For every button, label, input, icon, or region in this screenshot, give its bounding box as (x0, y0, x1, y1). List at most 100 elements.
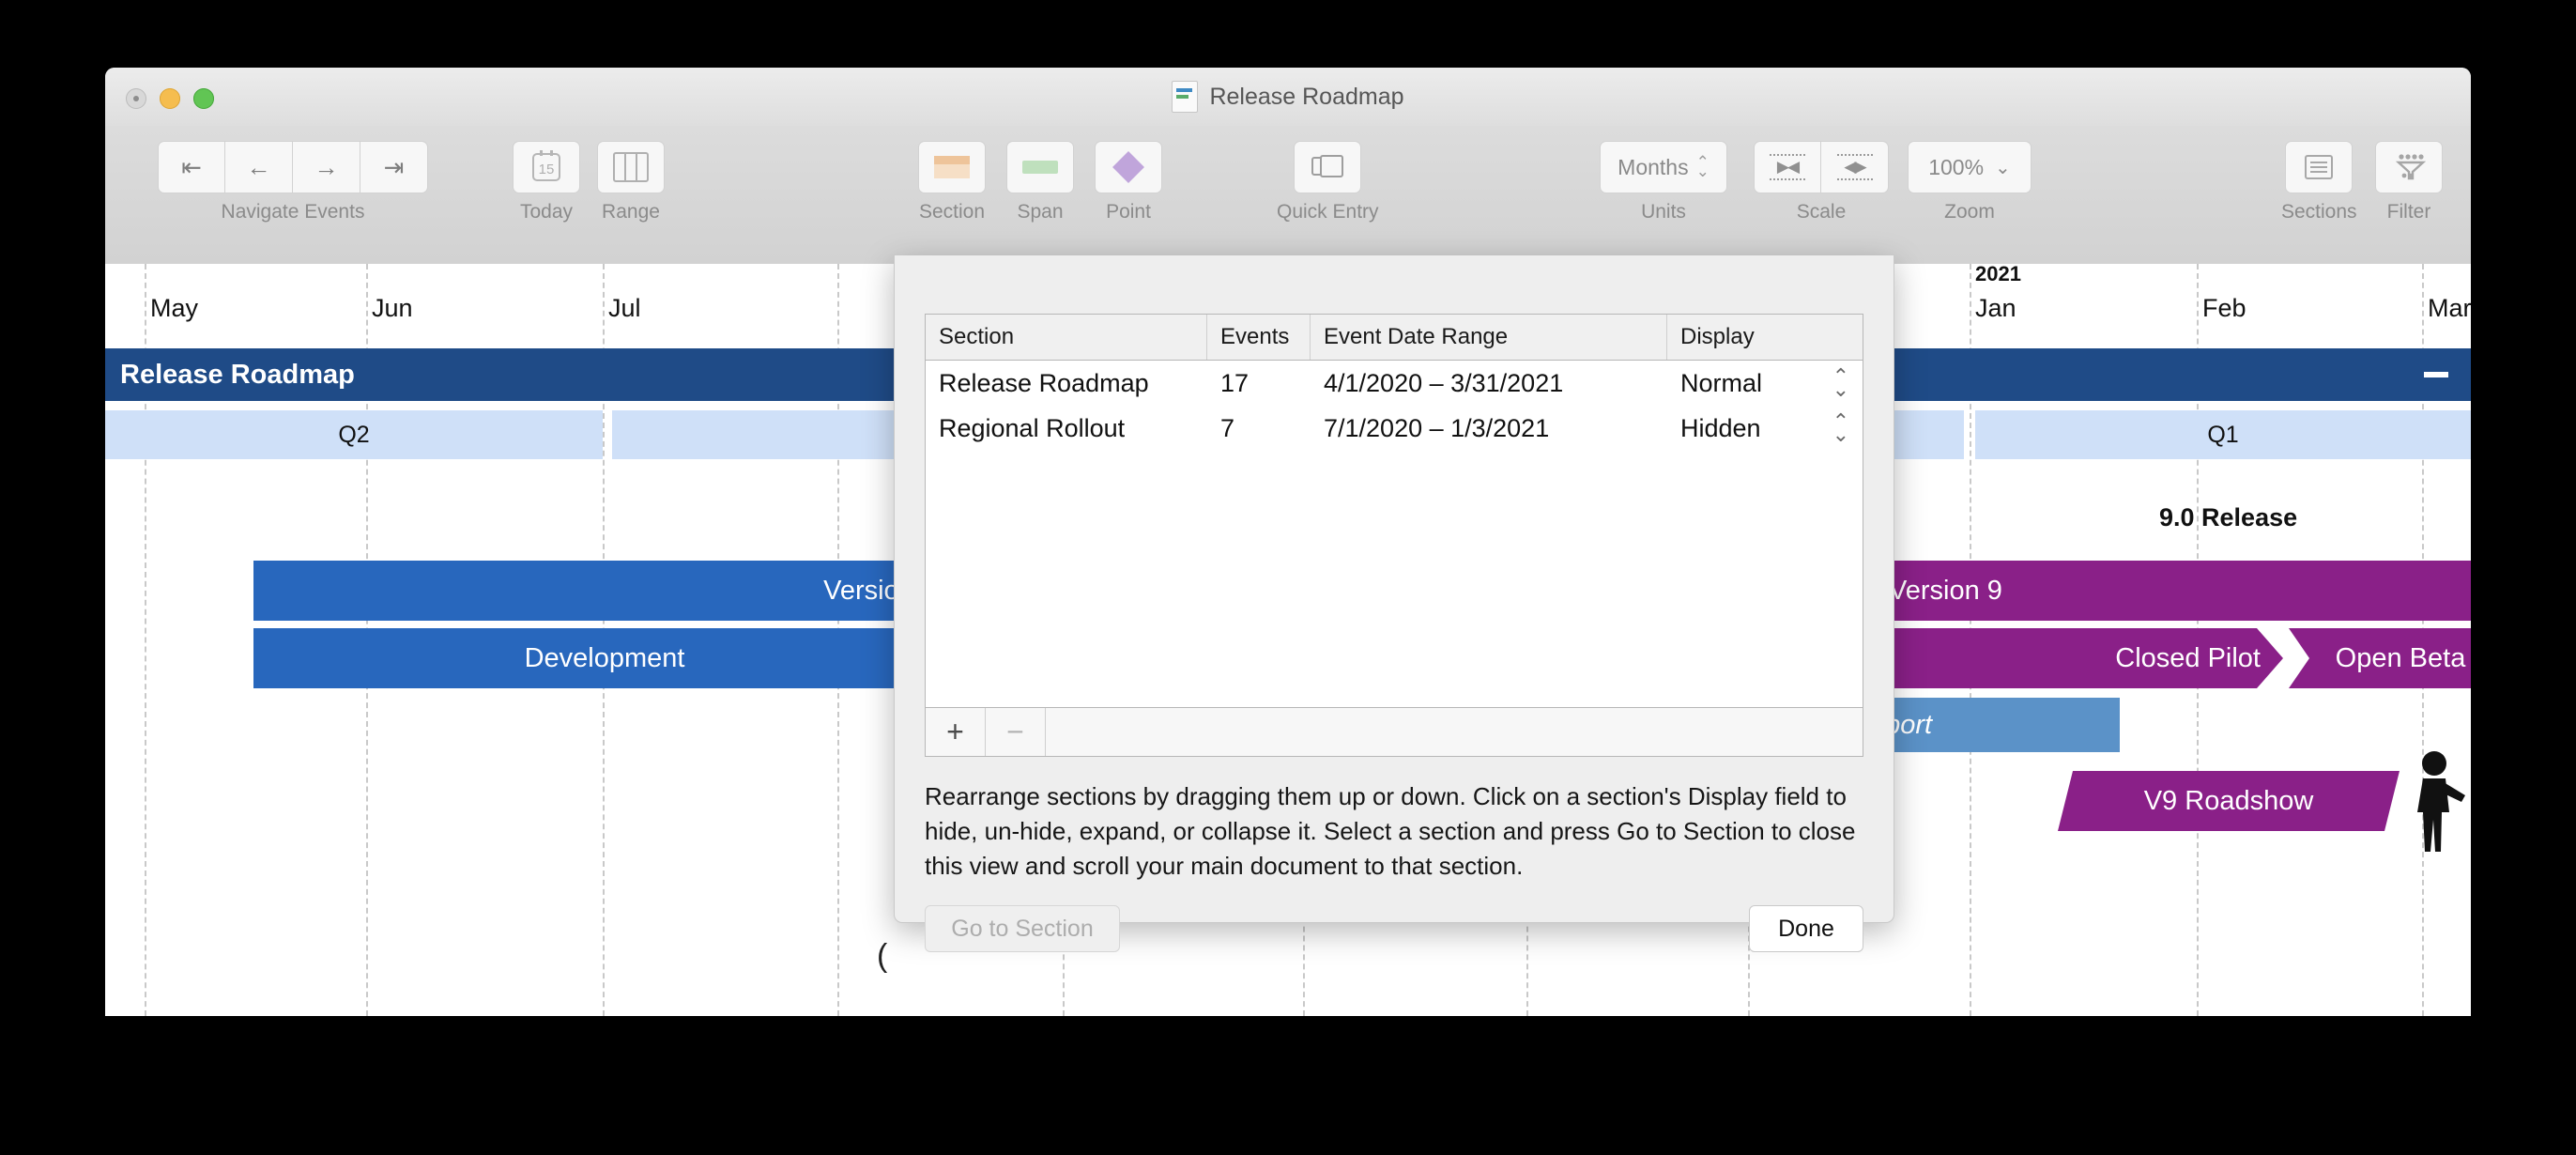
toolbar-group-scale: ▶◀ ◀▶ Scale (1754, 141, 1889, 223)
stepper-chevrons-icon: ⌃ ⌄ (1695, 152, 1710, 180)
sections-sheet-dialog: Section Events Event Date Range Display … (894, 255, 1894, 952)
filter-button[interactable] (2375, 141, 2443, 193)
display-stepper-icon[interactable]: ⌃ ⌄ (1832, 411, 1849, 444)
column-header-display[interactable]: Display (1667, 315, 1863, 360)
done-button[interactable]: Done (1749, 905, 1863, 952)
timeline-bar-label: Closed Pilot (2115, 642, 2261, 673)
toolbar-label-span: Span (1017, 201, 1064, 223)
timeline-bar-version-9[interactable]: Version 9 (1879, 561, 2471, 621)
units-stepper[interactable]: Months ⌃ ⌄ (1600, 141, 1727, 193)
toolbar-label-scale: Scale (1796, 201, 1847, 223)
document-title: Release Roadmap (105, 68, 2471, 126)
go-to-next-event-button[interactable]: → (293, 141, 360, 193)
cell-display-value: Hidden (1680, 413, 1761, 442)
toolbar-group-range: Range (597, 141, 665, 223)
table-row[interactable]: Release Roadmap 17 4/1/2020 – 3/31/2021 … (926, 361, 1863, 406)
timeline-bar-version-8[interactable]: Version 8 (253, 561, 956, 621)
add-span-button[interactable] (1006, 141, 1074, 193)
toolbar-group-quick-entry: Quick Entry (1277, 141, 1379, 223)
timeline-bar-v9-roadshow[interactable]: V9 Roadshow (2058, 771, 2400, 831)
go-to-first-event-button[interactable]: ⇤ (158, 141, 225, 193)
sections-icon (2305, 155, 2334, 179)
toolbar-label-sections: Sections (2281, 201, 2357, 223)
display-stepper-icon[interactable]: ⌃ ⌄ (1832, 366, 1849, 399)
timeline-bar-label: Version 9 (1889, 575, 2002, 606)
sections-button[interactable] (2285, 141, 2354, 193)
table-row[interactable]: Regional Rollout 7 7/1/2020 – 1/3/2021 H… (926, 406, 1863, 451)
go-to-section-button[interactable]: Go to Section (925, 905, 1120, 952)
scale-out-button[interactable]: ◀▶ (1821, 141, 1889, 193)
toolbar-group-today: 15 Today (513, 141, 580, 223)
sheet-help-text: Rearrange sections by dragging them up o… (925, 782, 1856, 880)
toolbar-group-span: Span (1006, 141, 1074, 223)
add-section-button[interactable] (918, 141, 986, 193)
month-label-mar: Mar (2428, 294, 2471, 322)
range-button[interactable] (597, 141, 665, 193)
presenter-person-icon (2417, 751, 2465, 852)
timeline-bar-support[interactable]: pport (1861, 698, 2120, 752)
quick-entry-button[interactable] (1294, 141, 1362, 193)
toolbar-label-units: Units (1641, 201, 1686, 223)
month-label-may: May (150, 294, 199, 322)
document-icon (1172, 81, 1199, 113)
scale-out-icon: ◀▶ (1836, 154, 1873, 180)
quarter-label-q2: Q2 (338, 421, 370, 448)
section-swatch-icon (934, 156, 970, 178)
add-point-button[interactable] (1095, 141, 1162, 193)
timeline-bar-label: Development (524, 642, 685, 673)
year-label: 2021 (1975, 264, 2021, 285)
today-button[interactable]: 15 (513, 141, 580, 193)
month-label-jun: Jun (372, 294, 413, 322)
collapse-icon[interactable] (2424, 372, 2448, 377)
toolbar-label-range: Range (602, 201, 660, 223)
document-title-text: Release Roadmap (1209, 83, 1404, 110)
toolbar-group-zoom: 100% ⌄ Zoom (1908, 141, 2032, 223)
filter-icon (2395, 154, 2426, 180)
toolbar-group-units: Months ⌃ ⌄ Units (1600, 141, 1727, 223)
go-to-last-event-button[interactable]: ⇥ (360, 141, 428, 193)
zoom-popup-button[interactable]: 100% ⌄ (1908, 141, 2032, 193)
toolbar-group-section: Section (918, 141, 986, 223)
chevron-down-icon: ⌄ (1995, 157, 2011, 178)
remove-section-footer-button[interactable]: − (986, 708, 1046, 756)
cell-event-date-range: 4/1/2020 – 3/31/2021 (1324, 368, 1564, 397)
timeline-bar-open-beta[interactable]: Open Beta (2289, 628, 2471, 688)
toolbar-label-quick-entry: Quick Entry (1277, 201, 1379, 223)
quarter-band-q1: Q1 (1975, 410, 2471, 459)
cell-display[interactable]: Normal ⌃ ⌄ (1667, 366, 1863, 399)
partially-hidden-text: ( (877, 938, 888, 974)
toolbar-label-navigate-events: Navigate Events (221, 201, 365, 223)
scale-in-button[interactable]: ▶◀ (1754, 141, 1821, 193)
quarter-label-q1: Q1 (2207, 421, 2239, 448)
toolbar-group-sections: Sections (2281, 141, 2357, 223)
span-swatch-icon (1022, 161, 1058, 174)
cell-event-date-range: 7/1/2020 – 1/3/2021 (1324, 413, 1550, 442)
sections-table[interactable]: Section Events Event Date Range Display … (925, 314, 1863, 708)
section-band-title: Release Roadmap (120, 359, 355, 390)
toolbar: ⇤ ← → ⇥ Navigate Events 15 Today Range S… (105, 126, 2471, 265)
column-header-event-date-range[interactable]: Event Date Range (1311, 315, 1667, 360)
cell-display-value: Normal (1680, 368, 1763, 397)
cell-events: 7 (1220, 413, 1235, 442)
column-header-events[interactable]: Events (1207, 315, 1311, 360)
go-to-previous-event-button[interactable]: ← (225, 141, 293, 193)
table-header-row: Section Events Event Date Range Display (926, 315, 1863, 361)
timeline-bar-development[interactable]: Development (253, 628, 956, 688)
column-header-section[interactable]: Section (926, 315, 1207, 360)
toolbar-label-point: Point (1106, 201, 1151, 223)
timeline-bar-label: V9 Roadshow (2143, 785, 2314, 816)
month-label-jan: Jan (1975, 294, 2016, 322)
cell-display[interactable]: Hidden ⌃ ⌄ (1667, 411, 1863, 444)
add-section-footer-button[interactable]: + (926, 708, 986, 756)
month-label-jul: Jul (608, 294, 641, 322)
toolbar-group-point: Point (1095, 141, 1162, 223)
timeline-bar-closed-pilot[interactable]: Closed Pilot (1879, 628, 2283, 688)
cell-section: Regional Rollout (939, 413, 1126, 442)
toolbar-label-zoom: Zoom (1944, 201, 1995, 223)
quick-entry-icon (1311, 155, 1344, 179)
timeline-bar-label: Open Beta (2335, 642, 2466, 673)
table-footer-bar: + − (925, 708, 1863, 757)
app-window: Release Roadmap ⇤ ← → ⇥ Navigate Events … (105, 68, 2471, 1016)
toolbar-group-filter: Filter (2375, 141, 2443, 223)
point-diamond-icon (1112, 151, 1144, 183)
